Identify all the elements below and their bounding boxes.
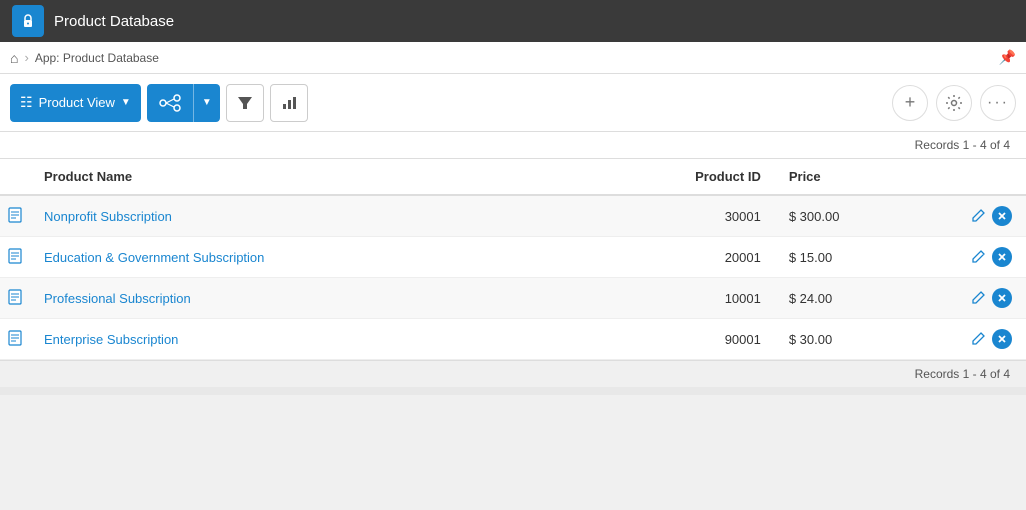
- add-button[interactable]: +: [892, 85, 928, 121]
- col-product-name: Product Name: [30, 159, 571, 196]
- cell-product-id: 20001: [571, 237, 775, 278]
- product-name-link[interactable]: Professional Subscription: [44, 291, 191, 306]
- cell-actions: [946, 237, 1026, 278]
- delete-button[interactable]: [992, 247, 1012, 267]
- delete-button[interactable]: [992, 206, 1012, 226]
- product-name-link[interactable]: Education & Government Subscription: [44, 250, 264, 265]
- breadcrumb-text: App: Product Database: [35, 51, 159, 65]
- delete-button[interactable]: [992, 329, 1012, 349]
- col-icon: [0, 159, 30, 196]
- toolbar-right: + ···: [892, 85, 1016, 121]
- table-header-row: Product Name Product ID Price: [0, 159, 1026, 196]
- cell-price: $ 15.00: [775, 237, 946, 278]
- chevron-down-icon: ▼: [121, 97, 131, 108]
- more-button[interactable]: ···: [980, 85, 1016, 121]
- home-icon[interactable]: ⌂: [10, 50, 18, 66]
- products-table: Product Name Product ID Price Nonprofit …: [0, 158, 1026, 360]
- breadcrumb-bar: ⌂ › App: Product Database 📌: [0, 42, 1026, 74]
- pin-icon[interactable]: 📌: [999, 49, 1016, 66]
- product-name-link[interactable]: Enterprise Subscription: [44, 332, 178, 347]
- cell-product-name[interactable]: Nonprofit Subscription: [30, 195, 571, 237]
- edit-icon[interactable]: [972, 331, 986, 348]
- view-selector[interactable]: ☷ Product View ▼: [10, 84, 141, 122]
- workflow-icon-part: [147, 94, 193, 112]
- ellipsis-icon: ···: [987, 94, 1009, 112]
- edit-icon[interactable]: [972, 208, 986, 225]
- cell-actions: [946, 278, 1026, 319]
- app-header: Product Database: [0, 0, 1026, 42]
- cell-actions: [946, 319, 1026, 360]
- table-row: Enterprise Subscription 90001$ 30.00: [0, 319, 1026, 360]
- cell-product-id: 10001: [571, 278, 775, 319]
- cell-price: $ 24.00: [775, 278, 946, 319]
- toolbar: ☷ Product View ▼ ▼: [0, 74, 1026, 132]
- edit-icon[interactable]: [972, 290, 986, 307]
- settings-button[interactable]: [936, 85, 972, 121]
- row-doc-icon: [0, 195, 30, 237]
- records-count-top: Records 1 - 4 of 4: [0, 132, 1026, 158]
- app-title: Product Database: [54, 13, 174, 30]
- grid-icon: ☷: [20, 94, 33, 111]
- workflow-button[interactable]: ▼: [147, 84, 220, 122]
- filter-button[interactable]: [226, 84, 264, 122]
- row-doc-icon: [0, 237, 30, 278]
- app-logo: [12, 5, 44, 37]
- row-doc-icon: [0, 278, 30, 319]
- table-row: Education & Government Subscription 20001…: [0, 237, 1026, 278]
- cell-actions: [946, 195, 1026, 237]
- cell-product-id: 30001: [571, 195, 775, 237]
- chevron-down-icon: ▼: [202, 97, 212, 108]
- cell-price: $ 300.00: [775, 195, 946, 237]
- col-product-id: Product ID: [571, 159, 775, 196]
- table-row: Nonprofit Subscription 30001$ 300.00: [0, 195, 1026, 237]
- view-selector-main[interactable]: ☷ Product View ▼: [10, 94, 141, 111]
- records-count-bottom: Records 1 - 4 of 4: [0, 360, 1026, 387]
- col-price: Price: [775, 159, 946, 196]
- delete-button[interactable]: [992, 288, 1012, 308]
- product-name-link[interactable]: Nonprofit Subscription: [44, 209, 172, 224]
- cell-product-name[interactable]: Education & Government Subscription: [30, 237, 571, 278]
- cell-product-id: 90001: [571, 319, 775, 360]
- cell-product-name[interactable]: Professional Subscription: [30, 278, 571, 319]
- edit-icon[interactable]: [972, 249, 986, 266]
- col-actions: [946, 159, 1026, 196]
- scroll-bar[interactable]: [0, 387, 1026, 395]
- row-doc-icon: [0, 319, 30, 360]
- table-container: Records 1 - 4 of 4 Product Name Product …: [0, 132, 1026, 360]
- cell-price: $ 30.00: [775, 319, 946, 360]
- chart-button[interactable]: [270, 84, 308, 122]
- view-name-label: Product View: [39, 95, 115, 110]
- table-row: Professional Subscription 10001$ 24.00: [0, 278, 1026, 319]
- breadcrumb-separator: ›: [24, 50, 28, 65]
- cell-product-name[interactable]: Enterprise Subscription: [30, 319, 571, 360]
- workflow-arrow[interactable]: ▼: [193, 84, 220, 122]
- plus-icon: +: [905, 92, 916, 113]
